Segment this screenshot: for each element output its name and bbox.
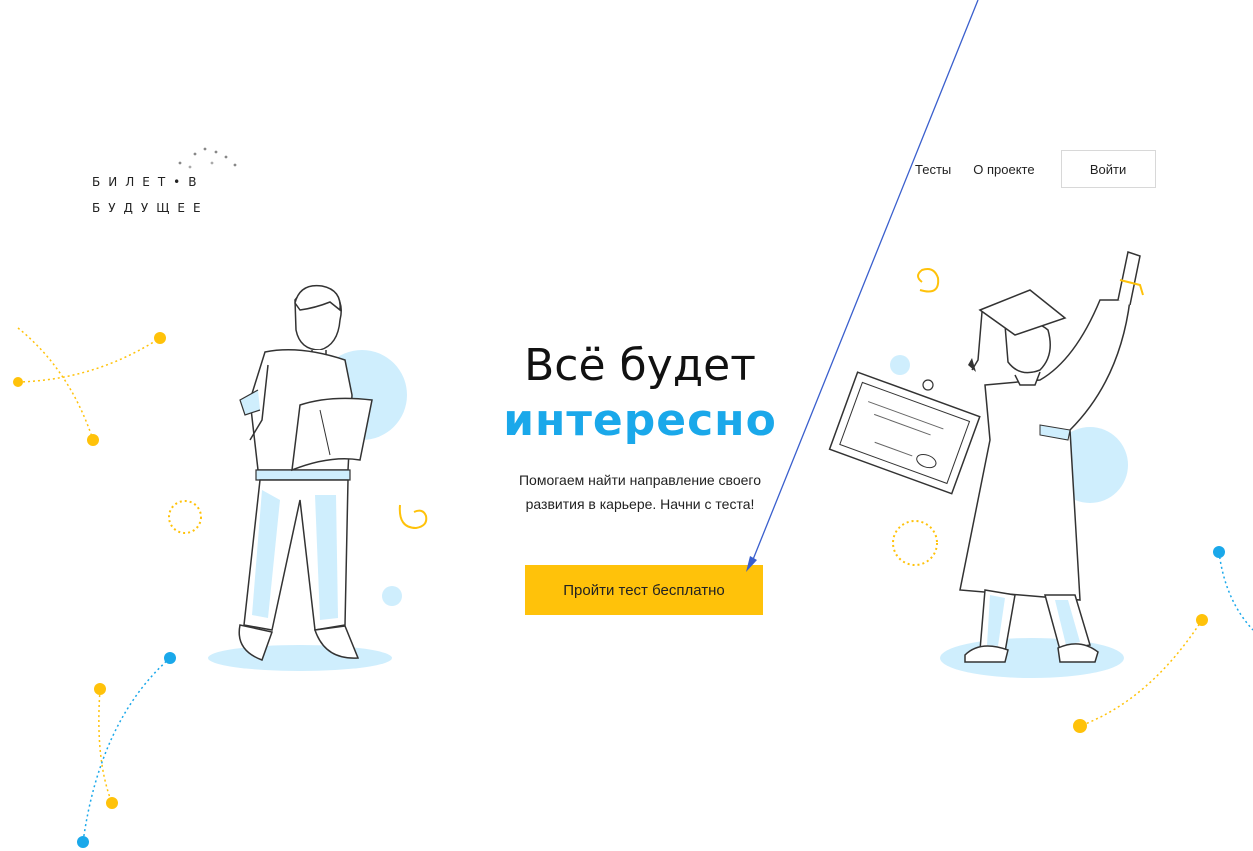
- landing-page: БИЛЕТ•В БУДУЩЕЕ Тесты О проекте Войти Вс…: [0, 0, 1253, 851]
- arrow-annotation-icon: [746, 0, 979, 572]
